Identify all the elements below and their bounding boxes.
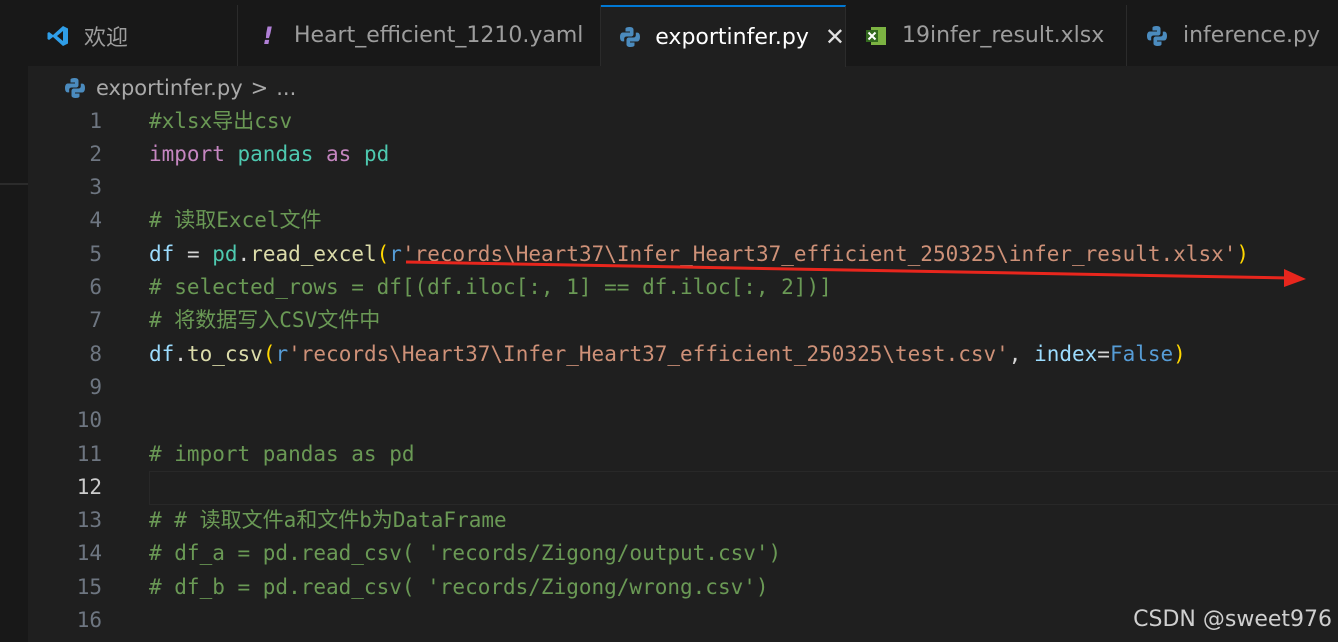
watermark: CSDN @sweet976 [1133, 607, 1332, 632]
red-annotation-arrow [405, 260, 1306, 287]
